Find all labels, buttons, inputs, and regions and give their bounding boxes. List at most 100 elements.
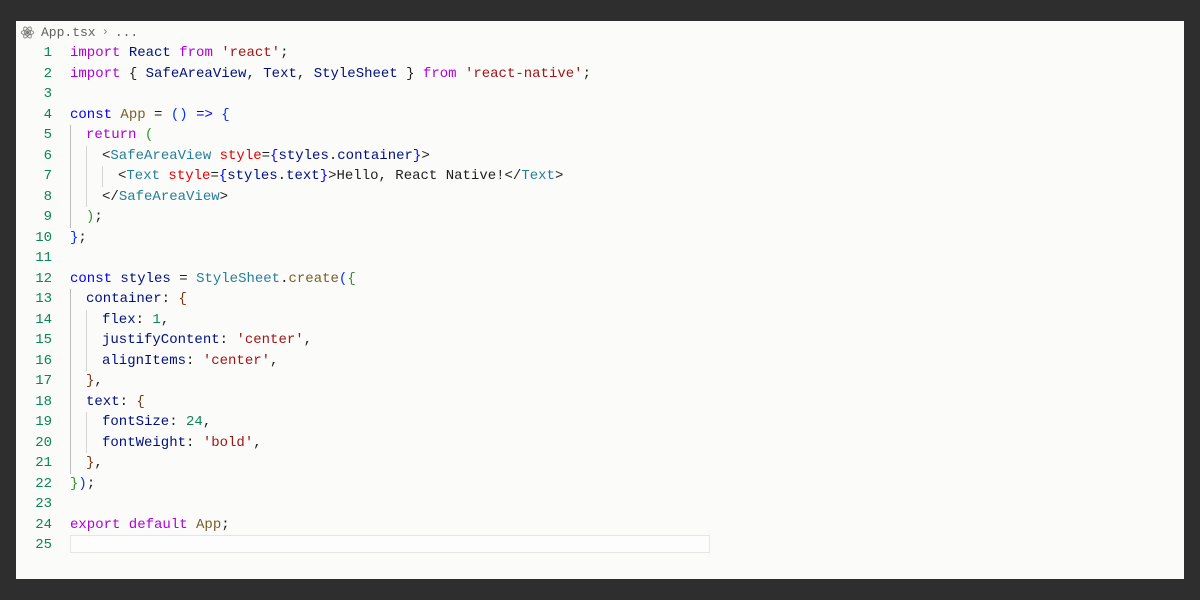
token: , [270,353,278,369]
token: from [423,66,465,82]
indent-guide [86,146,87,167]
indent-guide [86,412,87,433]
code-line[interactable]: </SafeAreaView> [70,187,1184,208]
code-line[interactable]: fontWeight: 'bold', [70,433,1184,454]
indent-guide [70,392,71,413]
code-line[interactable] [70,248,1184,269]
token: SafeAreaView [146,66,247,82]
token: , [246,66,263,82]
indent-guide [70,330,71,351]
token: create [288,271,338,287]
token: = [146,107,171,123]
token: React [129,45,179,61]
line-number: 1 [16,43,62,64]
token: = [171,271,196,287]
line-number: 16 [16,351,62,372]
code-line[interactable]: import React from 'react'; [70,43,1184,64]
code-line[interactable]: <Text style={styles.text}>Hello, React N… [70,166,1184,187]
token: 'react' [221,45,280,61]
code-line[interactable]: const App = () => { [70,105,1184,126]
indent-guide [70,146,71,167]
token: justifyContent [102,332,220,348]
token: : [162,291,179,307]
token: = [262,148,270,164]
indent-guide [70,433,71,454]
code-line[interactable]: const styles = StyleSheet.create({ [70,269,1184,290]
code-line[interactable] [70,494,1184,515]
token: container [86,291,162,307]
token: } [398,66,423,82]
token: return [86,127,145,143]
token: alignItems [102,353,186,369]
token: text [286,168,320,184]
token: > [220,189,228,205]
token: > [555,168,563,184]
code-line[interactable]: ); [70,207,1184,228]
code-line[interactable]: }); [70,474,1184,495]
code-area[interactable]: import React from 'react';import { SafeA… [62,43,1184,579]
breadcrumb-rest[interactable]: ... [115,25,138,40]
breadcrumb[interactable]: App.tsx › ... [16,21,1184,43]
code-line[interactable]: justifyContent: 'center', [70,330,1184,351]
token: : [220,332,237,348]
code-line[interactable]: alignItems: 'center', [70,351,1184,372]
token: Text [126,168,168,184]
token: ; [221,517,229,533]
token: </ [505,168,522,184]
code-line[interactable]: import { SafeAreaView, Text, StyleSheet … [70,64,1184,85]
code-line[interactable]: }; [70,228,1184,249]
line-number: 14 [16,310,62,331]
indent-guide [70,371,71,392]
line-number: 5 [16,125,62,146]
indent-guide [102,166,103,187]
code-line[interactable]: export default App; [70,515,1184,536]
token: </ [102,189,119,205]
token: container [337,148,413,164]
code-line[interactable]: return ( [70,125,1184,146]
code-editor[interactable]: 1234567891011121314151617181920212223242… [16,43,1184,579]
token: fontWeight [102,435,186,451]
token: { [219,168,227,184]
indent-guide [70,351,71,372]
token: style [220,148,262,164]
token: , [304,332,312,348]
token: 'bold' [203,435,253,451]
line-number: 22 [16,474,62,495]
code-line[interactable]: container: { [70,289,1184,310]
code-line[interactable]: }, [70,371,1184,392]
react-file-icon [20,25,35,40]
line-number: 3 [16,84,62,105]
breadcrumb-filename[interactable]: App.tsx [41,25,96,40]
token: , [94,373,102,389]
token: : [136,312,153,328]
token: => [196,107,213,123]
code-line[interactable]: fontSize: 24, [70,412,1184,433]
line-number: 11 [16,248,62,269]
line-number: 21 [16,453,62,474]
indent-guide [70,207,71,228]
token: 'center' [203,353,270,369]
code-line[interactable]: <SafeAreaView style={styles.container}> [70,146,1184,167]
indent-guide [86,351,87,372]
token: App [196,517,221,533]
token: import [70,66,129,82]
token: StyleSheet [314,66,398,82]
code-line[interactable] [70,84,1184,105]
code-line[interactable]: }, [70,453,1184,474]
token: > [421,148,429,164]
indent-guide [70,412,71,433]
token: export default [70,517,196,533]
code-line[interactable] [70,535,1184,556]
token: = [210,168,218,184]
token: : [169,414,186,430]
line-number: 7 [16,166,62,187]
line-number: 20 [16,433,62,454]
line-number: 8 [16,187,62,208]
line-number: 13 [16,289,62,310]
token: { [347,271,355,287]
code-line[interactable]: text: { [70,392,1184,413]
token: const [70,271,120,287]
line-number: 10 [16,228,62,249]
token: { [178,291,186,307]
code-line[interactable]: flex: 1, [70,310,1184,331]
